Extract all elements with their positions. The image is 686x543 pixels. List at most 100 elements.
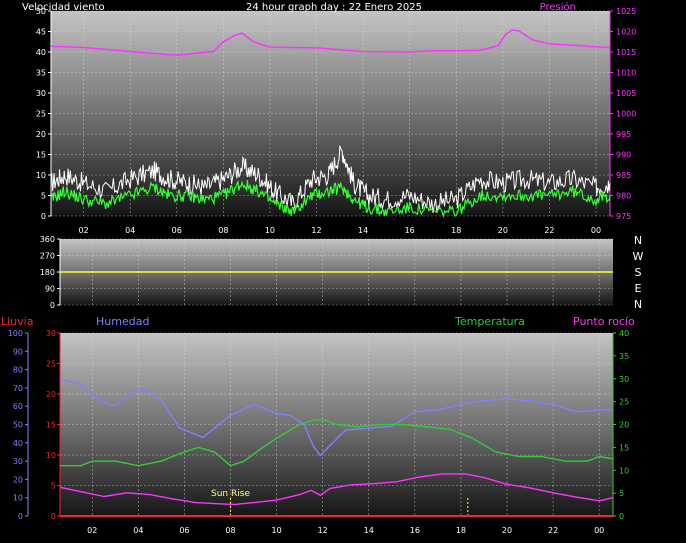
rain-tick-label: 5 <box>51 482 56 491</box>
dewpoint-axis-label: Punto rocío <box>573 315 635 328</box>
temperature-x-tick-label: 06 <box>179 526 189 535</box>
rain-tick-label: 0 <box>51 512 56 521</box>
temperature-tick-label: 10 <box>619 466 629 475</box>
compass-labels: NWSEN <box>633 234 644 311</box>
wind-tick-label: 15 <box>36 151 46 160</box>
weather-graph: 05101520253035404550 9759809859909951000… <box>1 1 644 535</box>
wind-x-tick-label: 06 <box>172 226 182 235</box>
temperature-x-tick-label: 12 <box>318 526 328 535</box>
direction-tick-label: 360 <box>40 235 55 244</box>
temperature-x-tick-label: 04 <box>133 526 143 535</box>
humidity-axis-ticks: 0 10 20 30 40 50 60 70 80 90 100 <box>8 329 28 521</box>
wind-tick-label: 35 <box>36 69 46 78</box>
humidity-tick-label: 100 <box>8 329 23 338</box>
temperature-tick-label: 0 <box>619 512 624 521</box>
wind-x-tick-label: 08 <box>218 226 228 235</box>
wind-tick-label: 40 <box>36 48 46 57</box>
humidity-tick-label: 40 <box>13 439 23 448</box>
rain-tick-label: 25 <box>46 360 56 369</box>
pressure-tick-label: 985 <box>616 171 631 180</box>
humidity-tick-label: 70 <box>13 384 23 393</box>
humidity-tick-label: 0 <box>18 512 23 521</box>
direction-tick-label: 270 <box>40 252 55 261</box>
temperature-x-tick-label: 00 <box>594 526 604 535</box>
wind-x-axis-ticks: 02 04 06 08 10 12 14 16 18 20 22 00 <box>79 226 602 235</box>
temperature-x-tick-label: 20 <box>502 526 512 535</box>
rain-tick-label: 15 <box>46 421 56 430</box>
pressure-tick-label: 1020 <box>616 28 636 37</box>
wind-pressure-panel: 05101520253035404550 9759809859909951000… <box>22 1 636 235</box>
humidity-axis-label: Humedad <box>96 315 149 328</box>
humidity-tick-label: 90 <box>13 347 23 356</box>
compass-label: N <box>634 234 642 247</box>
wind-tick-label: 25 <box>36 110 46 119</box>
rain-tick-label: 20 <box>46 390 56 399</box>
pressure-tick-label: 1025 <box>616 7 636 16</box>
compass-label: N <box>634 298 642 311</box>
temperature-x-axis-ticks: 02 04 06 08 10 12 14 16 18 20 22 00 <box>87 526 604 535</box>
wind-x-tick-label: 16 <box>405 226 415 235</box>
wind-axis-ticks: 05101520253035404550 <box>36 7 51 221</box>
temperature-tick-label: 25 <box>619 398 629 407</box>
wind-x-tick-label: 00 <box>591 226 601 235</box>
temperature-x-tick-label: 16 <box>410 526 420 535</box>
pressure-tick-label: 975 <box>616 212 631 221</box>
rain-tick-label: 30 <box>46 329 56 338</box>
direction-tick-label: 180 <box>40 268 55 277</box>
temperature-tick-label: 20 <box>619 421 629 430</box>
temperature-tick-label: 40 <box>619 329 629 338</box>
wind-x-tick-label: 14 <box>358 226 368 235</box>
wind-tick-label: 45 <box>36 28 46 37</box>
humidity-tick-label: 20 <box>13 475 23 484</box>
humidity-tick-label: 60 <box>13 402 23 411</box>
temperature-x-tick-label: 18 <box>456 526 466 535</box>
temperature-axis-ticks: 0 5 10 15 20 25 30 35 40 <box>613 329 629 521</box>
wind-x-tick-label: 18 <box>451 226 461 235</box>
chart-title: 24 hour graph day : 22 Enero 2025 <box>246 2 422 13</box>
wind-tick-label: 5 <box>41 192 46 201</box>
humidity-tick-label: 30 <box>13 457 23 466</box>
rain-axis-label: Lluvia <box>1 315 33 328</box>
wind-x-tick-label: 02 <box>79 226 89 235</box>
temperature-humidity-panel: 0 10 20 30 40 50 60 70 80 90 100 0 5 10 15 20 25 30 0 5 10… <box>1 315 635 535</box>
temperature-tick-label: 35 <box>619 352 629 361</box>
temperature-x-tick-label: 02 <box>87 526 97 535</box>
compass-label: S <box>635 266 642 279</box>
wind-x-tick-label: 20 <box>498 226 508 235</box>
temperature-tick-label: 15 <box>619 443 629 452</box>
direction-axis-ticks: 0 90 180 270 360 <box>40 235 60 310</box>
wind-x-tick-label: 12 <box>311 226 321 235</box>
temperature-x-tick-label: 22 <box>548 526 558 535</box>
temperature-axis-label: Temperatura <box>454 315 525 328</box>
humidity-tick-label: 80 <box>13 366 23 375</box>
temperature-x-tick-label: 08 <box>225 526 235 535</box>
rain-axis-ticks: 0 5 10 15 20 25 30 <box>46 329 60 521</box>
wind-axis-label: Velocidad viento <box>22 2 105 13</box>
wind-tick-label: 30 <box>36 89 46 98</box>
rain-tick-label: 10 <box>46 451 56 460</box>
pressure-tick-label: 990 <box>616 151 631 160</box>
wind-x-tick-label: 22 <box>544 226 554 235</box>
wind-tick-label: 20 <box>36 130 46 139</box>
wind-x-tick-label: 10 <box>265 226 275 235</box>
wind-tick-label: 0 <box>41 212 46 221</box>
temperature-tick-label: 30 <box>619 375 629 384</box>
wind-x-tick-label: 04 <box>125 226 135 235</box>
direction-tick-label: 0 <box>50 301 55 310</box>
pressure-axis-label: Presión <box>540 1 576 13</box>
wind-direction-panel: 090180270360 NWSEN <box>40 234 644 311</box>
pressure-tick-label: 1000 <box>616 110 636 119</box>
sunrise-label: Sun Rise <box>211 489 250 499</box>
compass-label: E <box>635 282 642 295</box>
pressure-tick-label: 1015 <box>616 48 636 57</box>
humidity-tick-label: 10 <box>13 494 23 503</box>
compass-label: W <box>633 250 644 263</box>
pressure-tick-label: 1010 <box>616 69 636 78</box>
temperature-tick-label: 5 <box>619 489 624 498</box>
pressure-tick-label: 995 <box>616 130 631 139</box>
temperature-x-tick-label: 14 <box>364 526 374 535</box>
pressure-axis-ticks: 975 980 985 990 995 1000 1005 1010 1015 1020 1025 <box>610 7 636 221</box>
wind-tick-label: 10 <box>36 171 46 180</box>
humidity-tick-label: 50 <box>13 421 23 430</box>
direction-tick-label: 90 <box>45 285 55 294</box>
